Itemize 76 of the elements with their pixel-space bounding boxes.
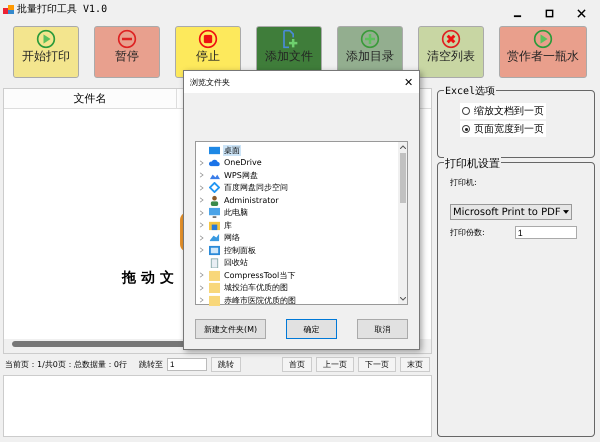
minus-icon [117,29,137,49]
app-icon [3,3,15,15]
page-status: 当前页：1/共0页：总数据量：0行 [5,358,127,370]
person-icon [209,194,220,206]
maximize-icon[interactable] [545,8,554,18]
library-icon [209,220,220,231]
tree-item[interactable]: 此电脑 [223,207,249,218]
clear-icon [441,29,461,49]
jump-field[interactable]: 1 [166,358,207,370]
scroll-down-icon[interactable] [400,297,406,301]
toolbar-button[interactable]: 暂停 [94,26,160,78]
dialog-button[interactable]: 确定 [286,319,338,339]
tree-item[interactable]: WPS网盘 [223,170,259,181]
close-icon[interactable] [577,8,586,18]
jump-button[interactable]: 跳转 [210,356,241,372]
network-icon [209,232,220,244]
play-icon [36,29,56,49]
dropdown-arrow-icon [562,210,569,214]
drag-hint: 拖动文 [122,269,179,287]
window-title: 批量打印工具 V1.0 [17,2,108,16]
tree-item[interactable]: 库 [223,220,233,231]
dialog-title: 浏览文件夹 [190,76,230,88]
expand-icon[interactable] [199,184,204,191]
dialog-button[interactable]: 取消 [357,319,408,339]
expand-icon[interactable] [199,197,204,204]
stop-icon [198,29,218,49]
page-button[interactable]: 上一页 [316,356,354,372]
toolbar-button[interactable]: 赏作者一瓶水 [499,26,587,78]
tree-item[interactable]: 城投泊车优质的图 [223,282,289,294]
desktop-icon [209,144,220,156]
expand-icon[interactable] [199,172,204,178]
folder-icon [209,294,220,306]
tree-item[interactable]: 赤峰市医院优质的图 [223,294,297,306]
tree-item[interactable]: 网络 [223,232,241,244]
expand-icon[interactable] [199,284,204,291]
tree-item[interactable]: OneDrive [223,158,263,168]
tree-item[interactable]: Administrator [223,196,280,205]
expand-icon[interactable] [199,234,204,241]
close-button[interactable]: ✕ [404,76,413,88]
expand-icon[interactable] [199,247,204,254]
tree-item[interactable]: 回收站 [223,257,249,268]
expand-icon[interactable] [199,210,204,216]
printer-dropdown[interactable]: Microsoft Print to PDF [450,204,572,220]
toolbar-button[interactable]: 开始打印 [13,26,79,78]
vertical-scrollbar[interactable] [398,142,407,304]
copies-field[interactable]: 1 [514,226,577,239]
cloud-icon [209,157,220,168]
page-button[interactable]: 末页 [400,356,430,372]
computer-icon [209,207,220,218]
expand-icon[interactable] [199,297,204,304]
dialog-button[interactable]: 新建文件夹(M) [195,319,266,339]
diamond-icon [209,182,220,194]
group-title: Excel选项 [444,84,496,98]
bin-icon [209,257,220,268]
plus-icon [360,29,380,49]
printer-label: 打印机: [450,177,478,188]
jump-label: 跳转至 [138,358,163,370]
panel-icon [209,244,220,256]
radio-option[interactable]: 缩放文档到一页 [460,103,546,119]
expand-icon[interactable] [199,272,204,278]
expand-icon[interactable] [199,222,204,228]
page-button[interactable]: 首页 [282,356,312,372]
radio-option[interactable]: 页面宽度到一页 [460,121,546,137]
scroll-up-icon[interactable] [400,145,406,149]
expand-icon[interactable] [199,160,204,166]
copies-label: 打印份数: [450,227,485,238]
folder-icon [209,282,220,294]
page-button[interactable]: 下一页 [358,356,396,372]
toolbar-button[interactable]: 清空列表 [418,26,484,78]
tree-item[interactable]: 桌面 [223,144,241,156]
tree-item[interactable]: CompressTool当下 [223,270,296,281]
tree-item[interactable]: 百度网盘同步空间 [223,182,289,194]
tree-item[interactable]: 控制面板 [223,244,257,256]
group-title: 打印机设置 [444,156,501,171]
folder-icon [209,270,220,281]
play-icon [533,29,553,49]
